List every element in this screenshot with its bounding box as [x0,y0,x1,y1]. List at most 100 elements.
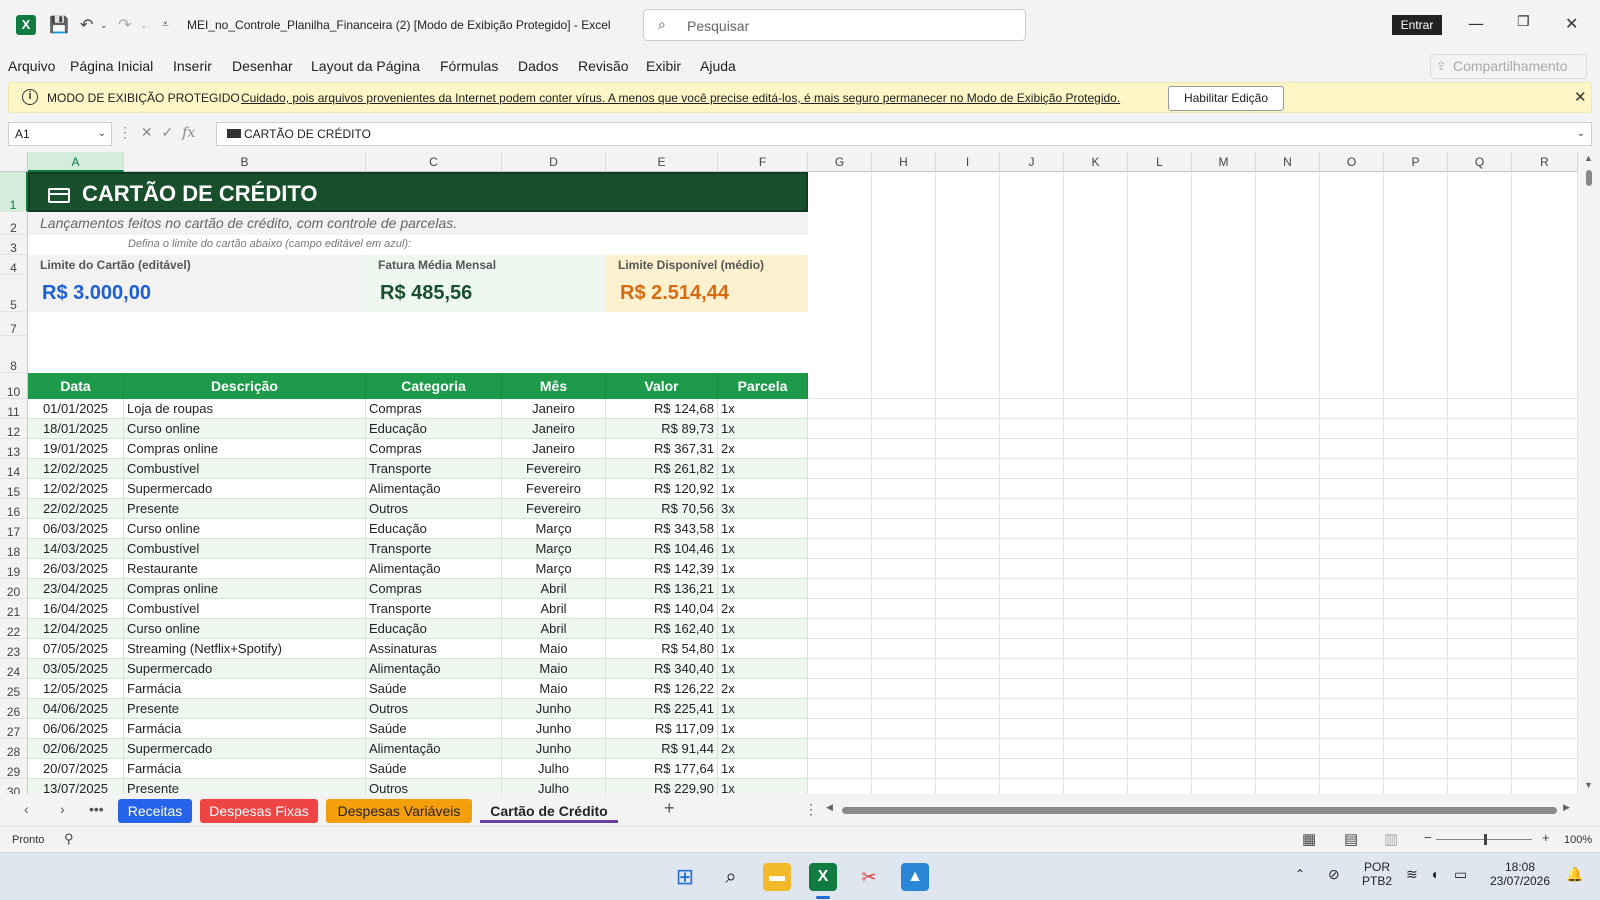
clock[interactable]: 18:08 23/07/2026 [1488,860,1552,888]
table-cell[interactable]: 1x [718,759,808,779]
wifi-icon[interactable]: ≋ [1406,866,1418,883]
enable-editing-button[interactable]: Habilitar Edição [1168,86,1284,111]
menu-arquivo[interactable]: Arquivo [8,58,55,74]
scroll-left-icon[interactable]: ◀ [826,802,833,813]
column-header-o[interactable]: O [1320,152,1384,172]
table-cell[interactable]: Janeiro [502,399,606,419]
table-cell[interactable]: 12/05/2025 [28,679,124,699]
column-header-k[interactable]: K [1064,152,1128,172]
table-cell[interactable]: 1x [718,699,808,719]
table-cell[interactable]: 2x [718,679,808,699]
tray-expand-icon[interactable]: ⌃ [1295,867,1305,881]
zoom-in-icon[interactable]: + [1542,830,1550,845]
row-header-4[interactable]: 4 [0,255,28,275]
scroll-up-icon[interactable]: ▲ [1584,153,1593,163]
row-header-15[interactable]: 15 [0,479,28,499]
table-cell[interactable]: R$ 117,09 [606,719,718,739]
row-header-27[interactable]: 27 [0,719,28,739]
table-cell[interactable]: Streaming (Netflix+Spotify) [124,639,366,659]
table-cell[interactable]: Farmácia [124,679,366,699]
row-header-12[interactable]: 12 [0,419,28,439]
table-cell[interactable]: 13/07/2025 [28,779,124,794]
table-cell[interactable]: Alimentação [366,479,502,499]
table-cell[interactable]: R$ 124,68 [606,399,718,419]
tabs-options-icon[interactable]: ⋮ [804,801,818,818]
row-header-5[interactable]: 5 [0,275,28,312]
table-cell[interactable]: R$ 177,64 [606,759,718,779]
table-cell[interactable]: Junho [502,719,606,739]
scroll-down-icon[interactable]: ▼ [1584,780,1593,790]
close-bar-icon[interactable]: ✕ [1574,88,1587,106]
table-cell[interactable]: 03/05/2025 [28,659,124,679]
table-cell[interactable]: 2x [718,599,808,619]
select-all-corner[interactable] [0,152,28,172]
table-cell[interactable]: 1x [718,619,808,639]
table-cell[interactable]: Fevereiro [502,499,606,519]
menu-revisao[interactable]: Revisão [578,58,629,74]
table-cell[interactable]: Saúde [366,719,502,739]
vertical-scroll-thumb[interactable] [1586,170,1592,186]
sync-off-icon[interactable]: ⊘ [1328,866,1340,883]
column-header-r[interactable]: R [1512,152,1578,172]
table-cell[interactable]: 1x [718,399,808,419]
photos-icon[interactable]: ▲ [901,863,929,891]
undo-dropdown-icon[interactable]: ⌄ [100,21,108,31]
horizontal-scroll-thumb[interactable] [842,807,1557,814]
table-cell[interactable]: R$ 343,58 [606,519,718,539]
table-cell[interactable]: 19/01/2025 [28,439,124,459]
spreadsheet-grid[interactable]: ABCDEFGHIJKLMNOPQR 1 2 3 4 5 7 8 10 11 12 13 14 15 16… [0,152,1600,794]
column-header-h[interactable]: H [872,152,936,172]
table-header-1[interactable]: Descrição [124,373,366,399]
table-cell[interactable]: Supermercado [124,479,366,499]
table-cell[interactable]: Junho [502,739,606,759]
row-header-29[interactable]: 29 [0,759,28,779]
row-header-16[interactable]: 16 [0,499,28,519]
table-cell[interactable]: R$ 136,21 [606,579,718,599]
column-header-a[interactable]: A [28,152,124,172]
notifications-icon[interactable]: 🔔 [1566,866,1583,883]
menu-dados[interactable]: Dados [518,58,558,74]
column-header-n[interactable]: N [1256,152,1320,172]
row-header-7[interactable]: 7 [0,312,28,336]
table-cell[interactable]: R$ 104,46 [606,539,718,559]
formula-input[interactable]: CARTÃO DE CRÉDITO ⌄ [216,122,1592,146]
table-cell[interactable]: 1x [718,719,808,739]
row-header-1[interactable]: 1 [0,172,28,212]
table-cell[interactable]: Compras online [124,439,366,459]
table-cell[interactable]: Saúde [366,679,502,699]
table-cell[interactable]: Março [502,559,606,579]
table-cell[interactable]: Outros [366,779,502,794]
table-cell[interactable]: Supermercado [124,739,366,759]
table-cell[interactable]: 06/03/2025 [28,519,124,539]
table-cell[interactable]: Farmácia [124,719,366,739]
kpi-limit-value[interactable]: R$ 3.000,00 [42,282,151,305]
column-header-q[interactable]: Q [1448,152,1512,172]
table-cell[interactable]: R$ 70,56 [606,499,718,519]
table-cell[interactable]: 1x [718,539,808,559]
column-header-l[interactable]: L [1128,152,1192,172]
row-header-24[interactable]: 24 [0,659,28,679]
table-cell[interactable]: R$ 91,44 [606,739,718,759]
row-header-13[interactable]: 13 [0,439,28,459]
table-cell[interactable]: R$ 142,39 [606,559,718,579]
table-cell[interactable]: R$ 120,92 [606,479,718,499]
table-cell[interactable]: Janeiro [502,419,606,439]
table-cell[interactable]: Outros [366,699,502,719]
signin-button[interactable]: Entrar [1392,15,1442,35]
battery-icon[interactable]: ▭ [1454,866,1467,883]
expand-formula-icon[interactable]: ⌄ [1577,123,1585,145]
table-cell[interactable]: 14/03/2025 [28,539,124,559]
table-cell[interactable]: 1x [718,559,808,579]
menu-inserir[interactable]: Inserir [173,58,212,74]
table-cell[interactable]: Educação [366,519,502,539]
table-cell[interactable]: Outros [366,499,502,519]
table-cell[interactable]: 2x [718,739,808,759]
row-header-3[interactable]: 3 [0,235,28,255]
table-header-2[interactable]: Categoria [366,373,502,399]
table-cell[interactable]: Abril [502,599,606,619]
table-cell[interactable]: 26/03/2025 [28,559,124,579]
file-explorer-icon[interactable]: ▬ [763,863,791,891]
table-cell[interactable]: 1x [718,479,808,499]
table-cell[interactable]: R$ 340,40 [606,659,718,679]
table-cell[interactable]: Curso online [124,419,366,439]
